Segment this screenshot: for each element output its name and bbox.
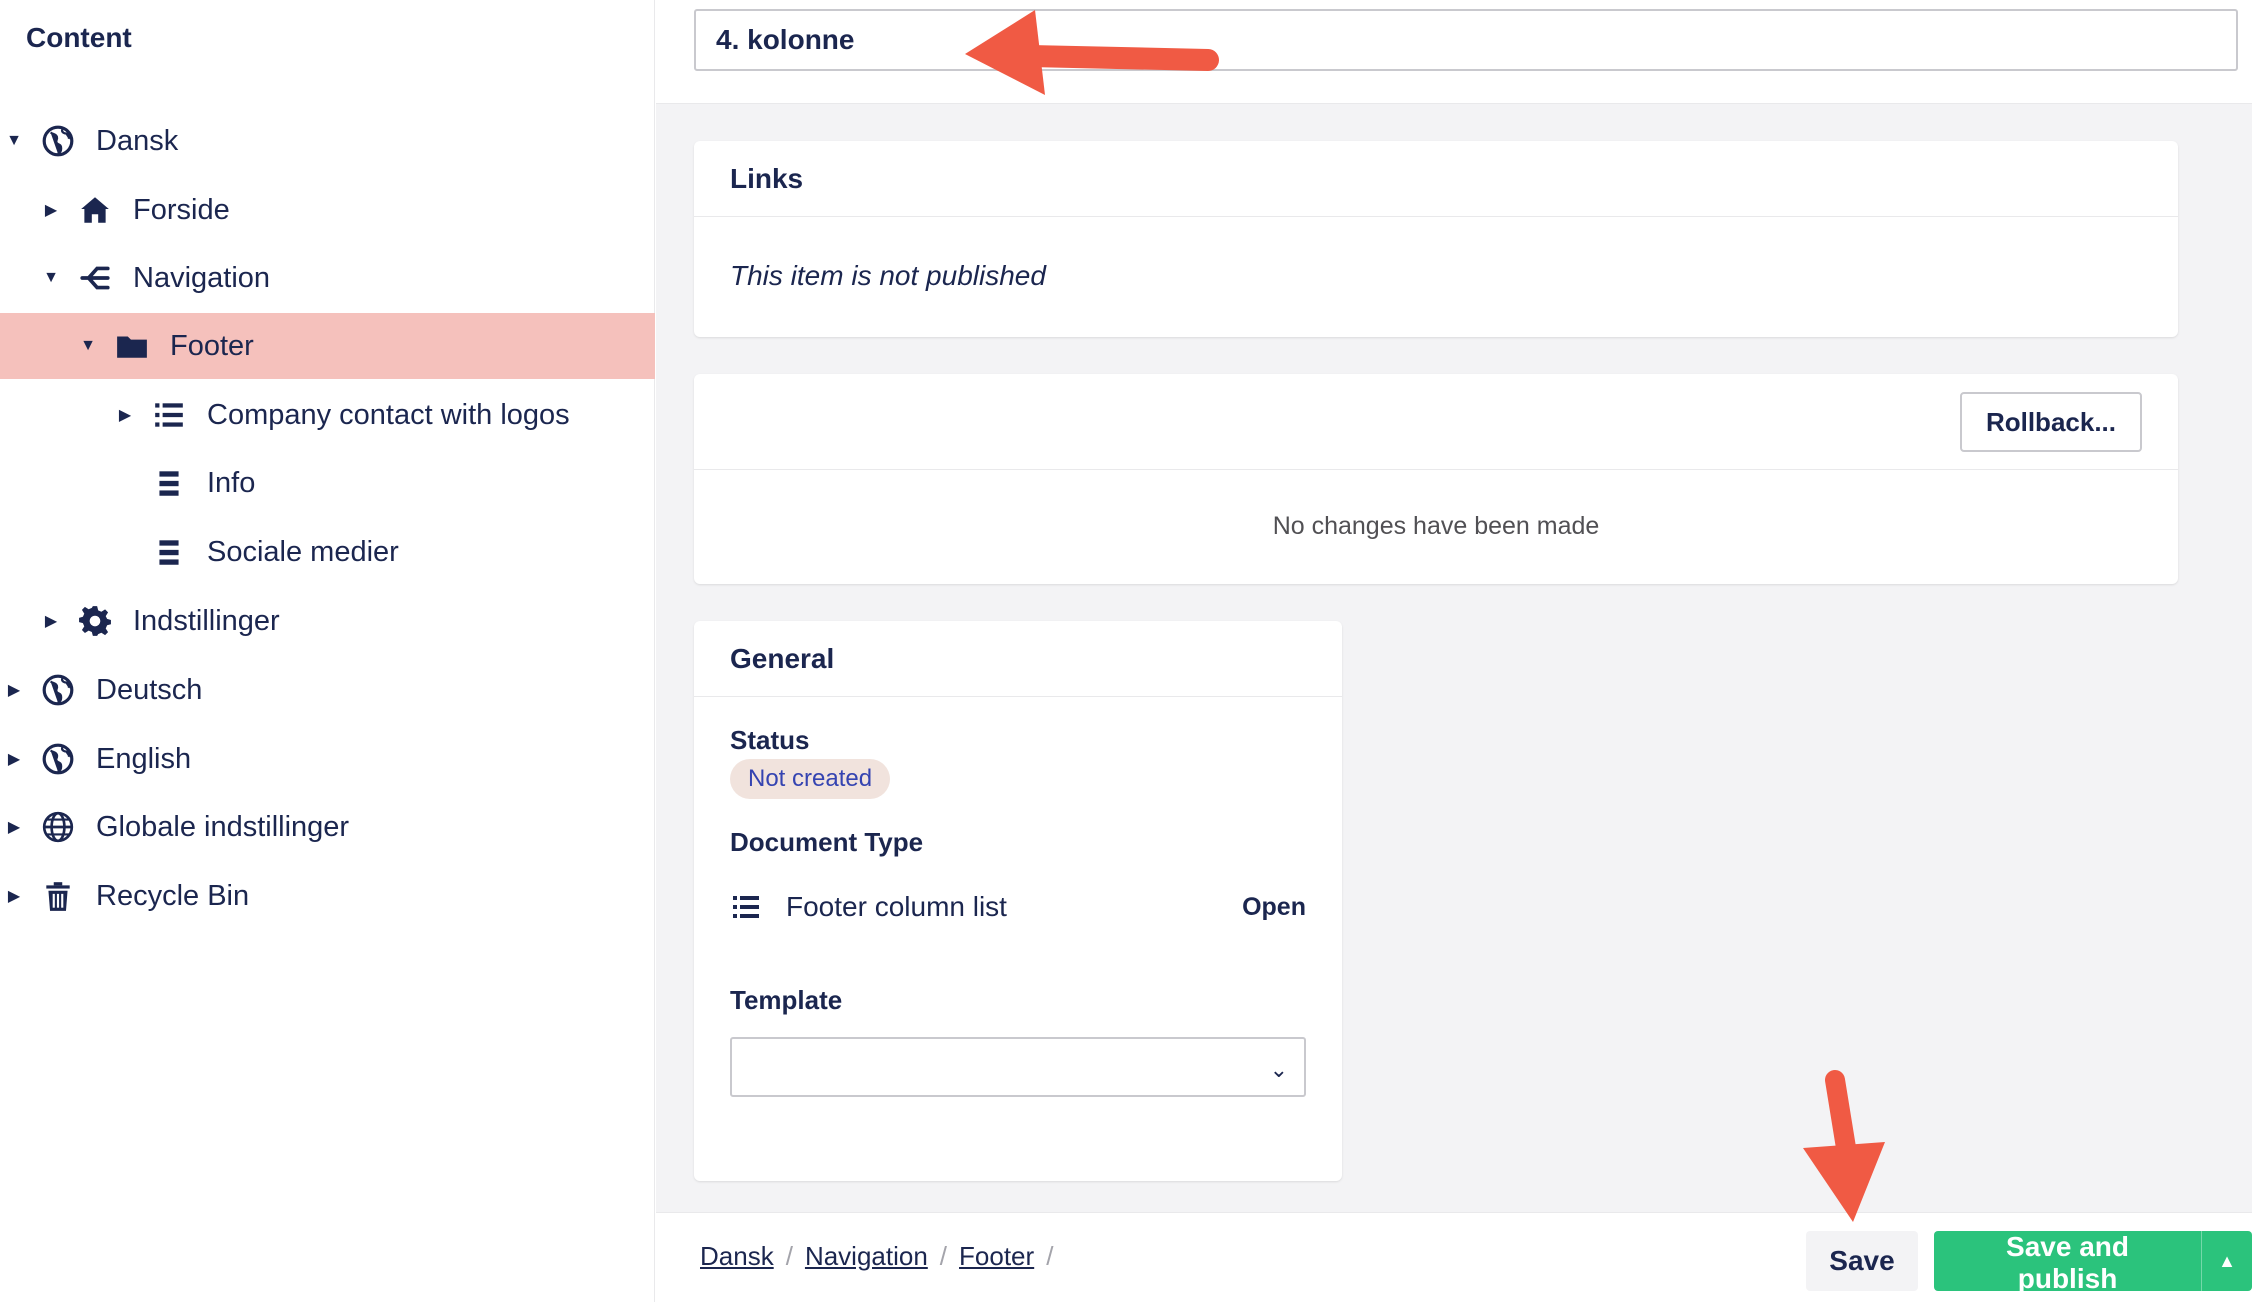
tree-item-label: Recycle Bin	[96, 879, 250, 912]
caret-right-icon[interactable]: ▶	[41, 611, 61, 631]
breadcrumb: Dansk / Navigation / Footer /	[700, 1241, 1065, 1272]
links-card: Links This item is not published	[694, 141, 2178, 337]
tree-item-deutsch[interactable]: ▶ Deutsch	[0, 657, 655, 723]
gear-icon	[75, 601, 115, 641]
document-type-label: Document Type	[730, 827, 924, 857]
globe-icon	[38, 121, 78, 161]
tree-item-globale-indstillinger[interactable]: ▶ Globale indstillinger	[0, 794, 655, 860]
tree-item-label: Info	[207, 466, 256, 499]
lines-icon	[149, 463, 189, 503]
list-icon	[730, 890, 764, 924]
tree-item-label: Indstillinger	[133, 604, 280, 637]
tree-item-dansk[interactable]: ▼ Dansk	[0, 108, 655, 174]
tree-item-label: Sociale medier	[207, 535, 399, 568]
caret-right-icon[interactable]: ▶	[4, 680, 24, 700]
not-published-note: This item is not published	[730, 260, 1046, 291]
caret-right-icon[interactable]: ▶	[115, 405, 135, 425]
card-title: General	[694, 621, 1342, 697]
rollback-button[interactable]: Rollback...	[1959, 392, 2142, 452]
caret-right-icon[interactable]: ▶	[4, 886, 24, 906]
breadcrumb-separator: /	[785, 1241, 793, 1271]
status-badge: Not created	[730, 759, 891, 799]
sitemap-icon	[75, 258, 115, 298]
history-message: No changes have been made	[1272, 511, 1600, 540]
tree-item-label: Company contact with logos	[207, 398, 570, 431]
editor-header	[656, 0, 2252, 104]
save-and-publish-button[interactable]: Save and publish	[1934, 1231, 2202, 1294]
breadcrumb-item[interactable]: Navigation	[805, 1241, 928, 1272]
tree-item-forside[interactable]: ▶ Forside	[0, 177, 655, 243]
caret-right-icon[interactable]: ▶	[41, 200, 61, 220]
editor-main: Links This item is not published Rollbac…	[656, 0, 2252, 1302]
tree-item-label: Forside	[133, 193, 230, 226]
breadcrumb-separator: /	[1046, 1241, 1054, 1271]
document-type-name: Footer column list	[786, 891, 1007, 922]
card-title: Links	[694, 141, 2178, 217]
tree-item-label: Dansk	[96, 124, 179, 157]
general-card: General Status Not created Document Type…	[694, 621, 1342, 1181]
history-card: Rollback... No changes have been made	[694, 374, 2178, 584]
chevron-down-icon: ⌄	[1269, 1057, 1288, 1082]
tree-item-info[interactable]: Info	[0, 450, 655, 516]
caret-right-icon[interactable]: ▶	[4, 817, 24, 837]
list-icon	[149, 395, 189, 435]
document-type-row: Footer column list Open	[730, 883, 1306, 931]
breadcrumb-separator: /	[939, 1241, 948, 1271]
open-document-type-link[interactable]: Open	[1242, 893, 1306, 922]
breadcrumb-item[interactable]: Dansk	[700, 1241, 774, 1272]
tree-item-label: Globale indstillinger	[96, 810, 350, 843]
tree-item-recycle-bin[interactable]: ▶ Recycle Bin	[0, 863, 655, 929]
tree-item-navigation[interactable]: ▼ Navigation	[0, 245, 655, 311]
caret-down-icon[interactable]: ▼	[41, 268, 61, 288]
home-icon	[75, 190, 115, 230]
publish-options-toggle[interactable]: ▲	[2201, 1231, 2252, 1291]
save-button[interactable]: Save	[1806, 1231, 1918, 1291]
globe-icon	[38, 670, 78, 710]
lines-icon	[149, 532, 189, 572]
tree-item-label: Navigation	[133, 261, 271, 294]
folder-icon	[112, 326, 152, 366]
tree-item-indstillinger[interactable]: ▶ Indstillinger	[0, 588, 655, 654]
tree-item-english[interactable]: ▶ English	[0, 726, 655, 792]
template-label: Template	[730, 985, 843, 1015]
trash-icon	[38, 876, 78, 916]
breadcrumb-item[interactable]: Footer	[959, 1241, 1034, 1272]
caret-down-icon[interactable]: ▼	[78, 336, 98, 356]
tree-item-label: Deutsch	[96, 673, 203, 706]
tree-item-sociale-medier[interactable]: Sociale medier	[0, 519, 655, 585]
template-select[interactable]: ⌄	[730, 1037, 1306, 1097]
section-title: Content	[26, 22, 132, 53]
world-grid-icon	[38, 807, 78, 847]
tree-item-footer[interactable]: ▼ Footer	[0, 313, 655, 379]
caret-down-icon[interactable]: ▼	[4, 131, 24, 151]
tree-item-company-contact[interactable]: ▶ Company contact with logos	[0, 382, 655, 448]
status-label: Status	[730, 725, 810, 755]
editor-footer: Dansk / Navigation / Footer / Save Save …	[656, 1212, 2252, 1302]
tree-item-label: English	[96, 742, 192, 775]
node-name-input[interactable]	[694, 9, 2238, 71]
publish-button-group: Save and publish ▲	[1934, 1231, 2252, 1294]
tree-item-label: Footer	[170, 329, 254, 362]
globe-icon	[38, 739, 78, 779]
caret-right-icon[interactable]: ▶	[4, 749, 24, 769]
content-tree-sidebar: Content ▼ Dansk ▶ Forside ▼ Navigation ▼…	[0, 0, 655, 1302]
